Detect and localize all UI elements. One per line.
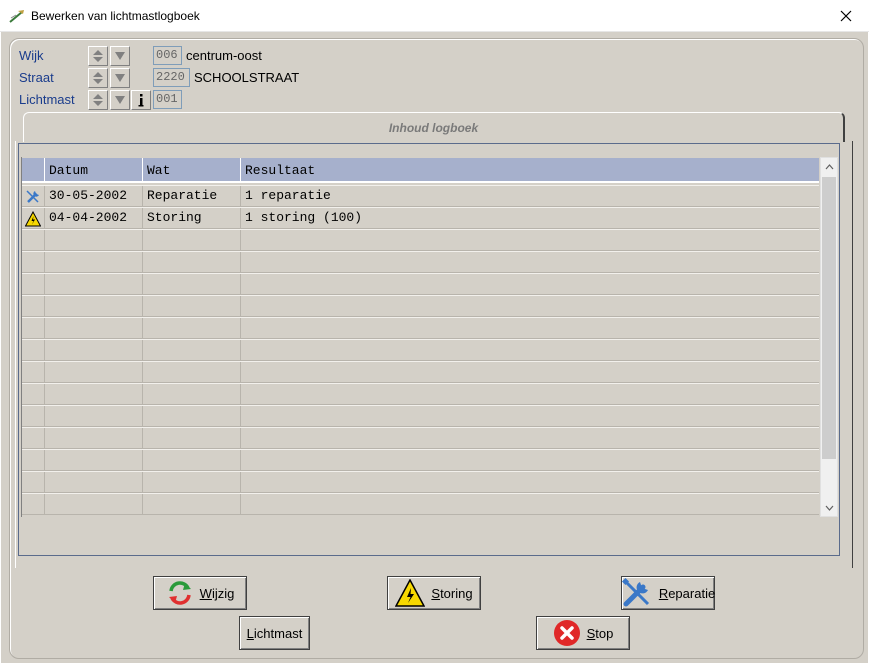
cell-wat: Reparatie	[143, 186, 241, 207]
close-icon	[840, 10, 852, 21]
empty-row	[22, 339, 819, 361]
lichtmast-code-field[interactable]: 001	[153, 90, 182, 109]
info-icon	[138, 93, 144, 106]
empty-row	[22, 383, 819, 405]
chevron-up-icon	[825, 163, 833, 169]
empty-row	[22, 273, 819, 295]
grid-header: Datum Wat Resultaat	[22, 158, 819, 183]
empty-row	[22, 493, 819, 515]
lichtmast-info-button[interactable]	[131, 90, 151, 110]
stop-button[interactable]: Stop	[536, 616, 630, 650]
empty-row	[22, 229, 819, 251]
up-down-arrows-icon	[93, 50, 103, 62]
chevron-down-icon	[115, 74, 125, 82]
empty-row	[22, 317, 819, 339]
wijk-name: centrum-oost	[186, 48, 262, 63]
close-button[interactable]	[823, 0, 869, 31]
straat-name: SCHOOLSTRAAT	[194, 70, 300, 85]
chevron-down-icon	[825, 505, 833, 511]
wijk-code-field[interactable]: 006	[153, 46, 182, 65]
straat-code-field[interactable]: 2220	[153, 68, 190, 87]
chevron-down-icon	[115, 96, 125, 104]
row-indicator-cell	[22, 208, 45, 229]
cell-resultaat: 1 reparatie	[245, 188, 331, 203]
cell-datum: 30-05-2002	[45, 186, 143, 207]
wijzig-label: Wijzig	[199, 585, 235, 601]
reparatie-label: Reparatie	[658, 585, 716, 601]
cell-datum: 04-04-2002	[45, 208, 143, 229]
row-indicator-cell	[22, 186, 45, 207]
empty-row	[22, 361, 819, 383]
title-bar: Bewerken van lichtmastlogboek	[0, 0, 869, 32]
empty-row	[22, 251, 819, 273]
warning-icon	[395, 579, 426, 607]
scroll-down-button[interactable]	[821, 499, 837, 516]
lightpole-icon	[9, 10, 24, 23]
wrench-icon	[621, 577, 649, 607]
storing-button[interactable]: Storing	[387, 576, 481, 610]
refresh-icon	[168, 581, 191, 605]
empty-row	[22, 405, 819, 427]
empty-row	[22, 427, 819, 449]
reparatie-button[interactable]: Reparatie	[621, 576, 715, 610]
lichtmast-button-label: Lichtmast	[246, 625, 303, 641]
table-row[interactable]: 30-05-2002 Reparatie 1 reparatie	[22, 185, 819, 207]
straat-label: Straat	[19, 70, 54, 85]
wijzig-button[interactable]: Wijzig	[153, 576, 247, 610]
wijk-label: Wijk	[19, 48, 44, 63]
column-header-resultaat[interactable]: Resultaat	[241, 158, 819, 183]
scroll-thumb[interactable]	[822, 177, 836, 459]
empty-row	[22, 295, 819, 317]
straat-updown-button[interactable]	[88, 68, 108, 88]
empty-row	[22, 449, 819, 471]
lichtmast-label: Lichtmast	[19, 92, 75, 107]
tab-inhoud-logboek[interactable]: Inhoud logboek	[23, 112, 845, 142]
window-title: Bewerken van lichtmastlogboek	[31, 9, 200, 23]
cell-wat: Storing	[143, 208, 241, 229]
wijk-updown-button[interactable]	[88, 46, 108, 66]
lichtmast-updown-button[interactable]	[88, 90, 108, 110]
column-header-datum[interactable]: Datum	[45, 158, 143, 183]
logbook-grid[interactable]: Datum Wat Resultaat 30-05-2002 Reparatie…	[21, 157, 819, 517]
header-indicator-cell	[22, 158, 45, 183]
lichtmast-dropdown-button[interactable]	[110, 90, 130, 110]
lichtmast-button[interactable]: Lichtmast	[239, 616, 310, 650]
column-header-wat[interactable]: Wat	[143, 158, 241, 183]
storing-label: Storing	[431, 585, 473, 601]
straat-dropdown-button[interactable]	[110, 68, 130, 88]
chevron-down-icon	[115, 52, 125, 60]
empty-row	[22, 471, 819, 493]
table-row[interactable]: 04-04-2002 Storing 1 storing (100)	[22, 207, 819, 229]
stop-label: Stop	[586, 625, 614, 641]
cell-resultaat: 1 storing (100)	[245, 210, 363, 225]
up-down-arrows-icon	[93, 72, 103, 84]
up-down-arrows-icon	[93, 94, 103, 106]
wijk-dropdown-button[interactable]	[110, 46, 130, 66]
scroll-up-button[interactable]	[821, 158, 837, 175]
stop-icon	[553, 620, 580, 646]
grid-vertical-scrollbar[interactable]	[820, 157, 838, 517]
